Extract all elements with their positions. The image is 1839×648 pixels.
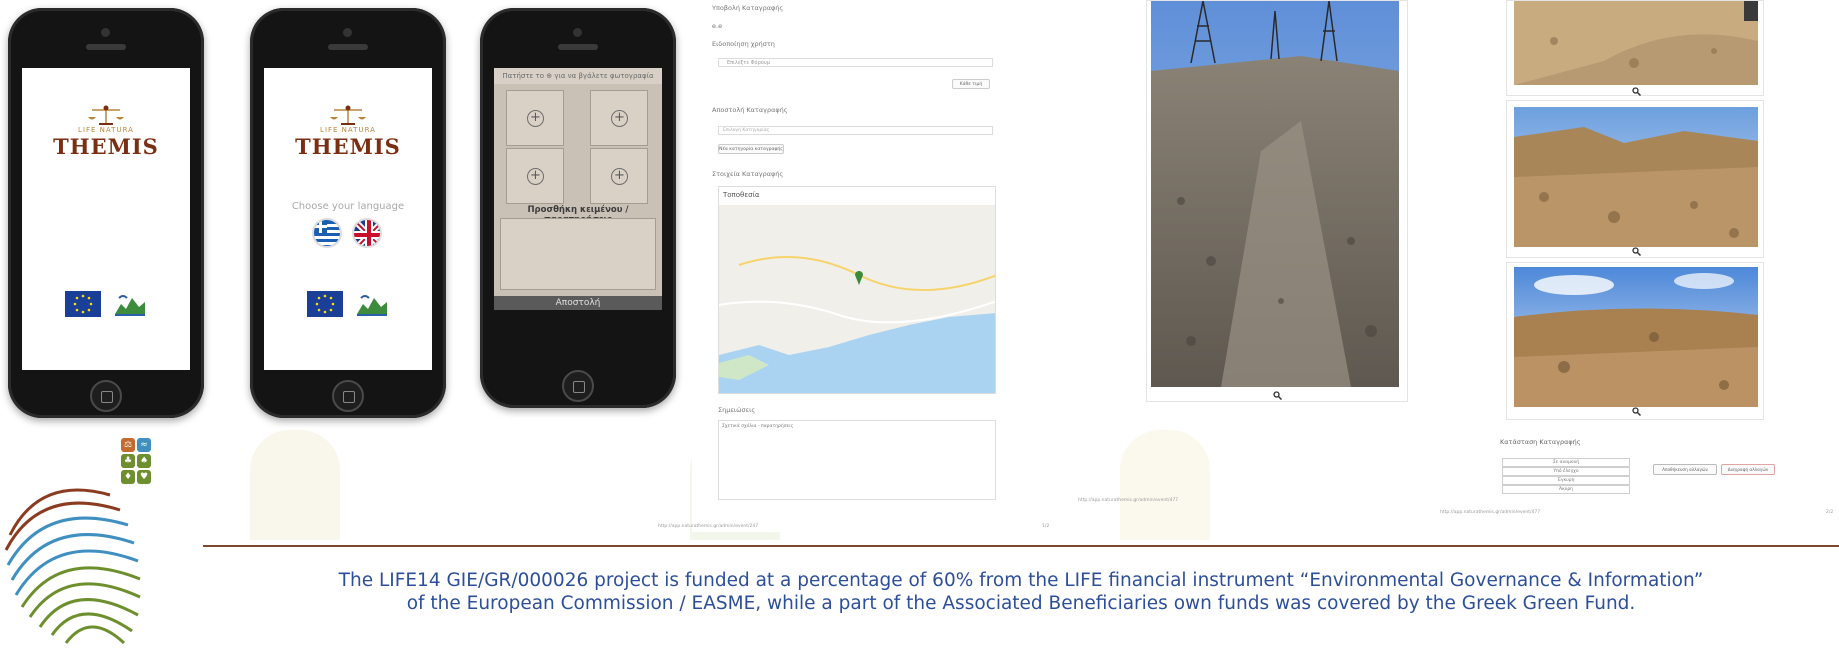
usage-button[interactable]: Κάθε τιμή [952, 79, 990, 89]
scales-icon [330, 105, 366, 125]
location-map[interactable]: Τοποθεσία [718, 186, 996, 394]
hillside-photo[interactable] [1514, 107, 1758, 247]
speaker-grille [558, 44, 598, 50]
logo-wordmark: THEMIS [295, 134, 401, 159]
status-title: Κατάσταση Καταγραφής [1500, 438, 1581, 446]
photo-card-2 [1506, 100, 1764, 258]
group-tile-icon: ♥ [137, 470, 151, 484]
funding-logos [22, 290, 190, 318]
speaker-grille [328, 44, 368, 50]
admin-form-screenshot: Υποβολή Καταγραφής e.e Ειδοποίηση χρήστη… [658, 0, 1049, 532]
usage-select[interactable]: Επιλέξτε Φόρουμ [718, 58, 993, 67]
status-options: Σε αναμονή Υπό έλεγχο Έγκυρη Άκυρη [1502, 458, 1630, 494]
photo-slot-3[interactable]: + [506, 148, 564, 204]
background-watermark [1120, 430, 1210, 540]
funding-line-1: The LIFE14 GIE/GR/000026 project is fund… [338, 570, 1704, 591]
photo-slot-2[interactable]: + [590, 90, 648, 146]
natura-2000-icon [114, 295, 145, 316]
bird-tile-icon: ♠ [137, 454, 151, 468]
send-button[interactable]: Αποστολή [494, 296, 662, 310]
logo-subtitle: LIFE NATURA [320, 126, 376, 134]
phone-screen: LIFE NATURA THEMIS [22, 68, 190, 370]
photo-card-large [1146, 0, 1408, 402]
funding-line-2: of the European Commission / EASME, whil… [406, 593, 1636, 614]
phone-splash: LIFE NATURA THEMIS [8, 8, 204, 418]
status-option[interactable]: Υπό έλεγχο [1502, 467, 1630, 476]
home-button[interactable] [562, 370, 594, 402]
status-option[interactable]: Σε αναμονή [1502, 458, 1630, 467]
phone-screen: Πατήστε το ⊕ για να βγάλετε φωτογραφία +… [494, 68, 662, 310]
comments-textarea[interactable]: Σχετικά σχόλια - παρατηρήσεις [718, 420, 996, 500]
photo-card-1 [1506, 0, 1764, 96]
page-number: 2/2 [1826, 510, 1834, 515]
notes-textarea[interactable] [500, 218, 656, 290]
comments-label: Σημειώσεις [718, 406, 756, 414]
language-prompt: Choose your language [291, 201, 405, 212]
eu-flag-icon [65, 291, 102, 317]
home-button[interactable] [90, 380, 122, 412]
greek-flag-icon [314, 220, 340, 246]
upload-instruction: Πατήστε το ⊕ για να βγάλετε φωτογραφία [494, 68, 662, 84]
natura-2000-icon [356, 295, 387, 316]
zoom-icon[interactable] [1632, 247, 1641, 256]
zoom-icon[interactable] [1273, 391, 1282, 400]
map-title: Τοποθεσία [723, 191, 760, 199]
save-changes-button[interactable]: Αποθήκευση αλλαγών [1653, 464, 1717, 475]
photo-slot-4[interactable]: + [590, 148, 648, 204]
map-canvas [719, 205, 995, 393]
photo-footer-url: http://app.naturathemis.gr/admin/event/4… [1078, 498, 1179, 503]
speaker-grille [86, 44, 126, 50]
category-label: Αποστολή Καταγραφής [712, 106, 788, 114]
camera-icon [573, 28, 582, 37]
photo-slot-1[interactable]: + [506, 90, 564, 146]
footer-url: http://app.naturathemis.gr/admin/event/2… [658, 524, 759, 529]
themis-logo: LIFE NATURA THEMIS [22, 104, 190, 159]
user-value: e.e [712, 22, 723, 30]
eu-flag-icon [307, 291, 344, 317]
hiking-tile-icon: ♣ [121, 454, 135, 468]
funding-logos [264, 290, 432, 318]
location-label: Στοιχεία Καταγραφής [712, 170, 784, 178]
new-category-button[interactable]: Νέα κατηγορία καταγραφής [718, 144, 784, 154]
photo-footer-url: http://app.naturathemis.gr/admin/event/4… [1440, 510, 1541, 515]
photo-card-3 [1506, 262, 1764, 420]
zoom-icon[interactable] [1632, 407, 1641, 416]
page-number: 1/2 [1042, 524, 1050, 529]
footer-rule [203, 545, 1839, 547]
status-option[interactable]: Έγκυρη [1502, 476, 1630, 485]
user-category-label: Υποβολή Καταγραφής [712, 4, 784, 12]
uk-flag-icon [354, 220, 380, 246]
home-button[interactable] [332, 380, 364, 412]
usage-label: Ειδοποίηση χρήστη [712, 40, 775, 48]
status-option[interactable]: Άκυρη [1502, 485, 1630, 494]
themis-logo: LIFE NATURA THEMIS [264, 104, 432, 159]
scales-icon [88, 105, 124, 125]
phone-language: LIFE NATURA THEMIS Choose your language [250, 8, 446, 418]
scales-tile-icon: ⚖ [121, 438, 135, 452]
camera-icon [343, 28, 352, 37]
phone-screen: LIFE NATURA THEMIS Choose your language [264, 68, 432, 370]
add-photo-icon: + [527, 168, 544, 185]
greek-flag-button[interactable] [312, 218, 342, 248]
delete-changes-button[interactable]: Διαγραφή αλλαγών [1721, 464, 1775, 475]
logo-subtitle: LIFE NATURA [78, 126, 134, 134]
uk-flag-button[interactable] [352, 218, 382, 248]
mountain-road-photo[interactable] [1151, 1, 1399, 387]
add-photo-icon: + [611, 110, 628, 127]
zoom-icon[interactable] [1632, 87, 1641, 96]
phone-upload: Πατήστε το ⊕ για να βγάλετε φωτογραφία +… [480, 8, 676, 408]
funding-statement: The LIFE14 GIE/GR/000026 project is fund… [203, 569, 1839, 615]
rocky-slope-photo[interactable] [1514, 1, 1758, 85]
leaf-tile-icon: ♦ [121, 470, 135, 484]
add-photo-icon: + [611, 168, 628, 185]
water-tile-icon: ≈ [137, 438, 151, 452]
logo-wordmark: THEMIS [53, 134, 159, 159]
background-watermark [250, 430, 340, 540]
camera-icon [101, 28, 110, 37]
hilltop-photo[interactable] [1514, 267, 1758, 407]
add-photo-icon: + [527, 110, 544, 127]
category-input[interactable]: Επιλογή Κατηγορίας [718, 126, 993, 135]
